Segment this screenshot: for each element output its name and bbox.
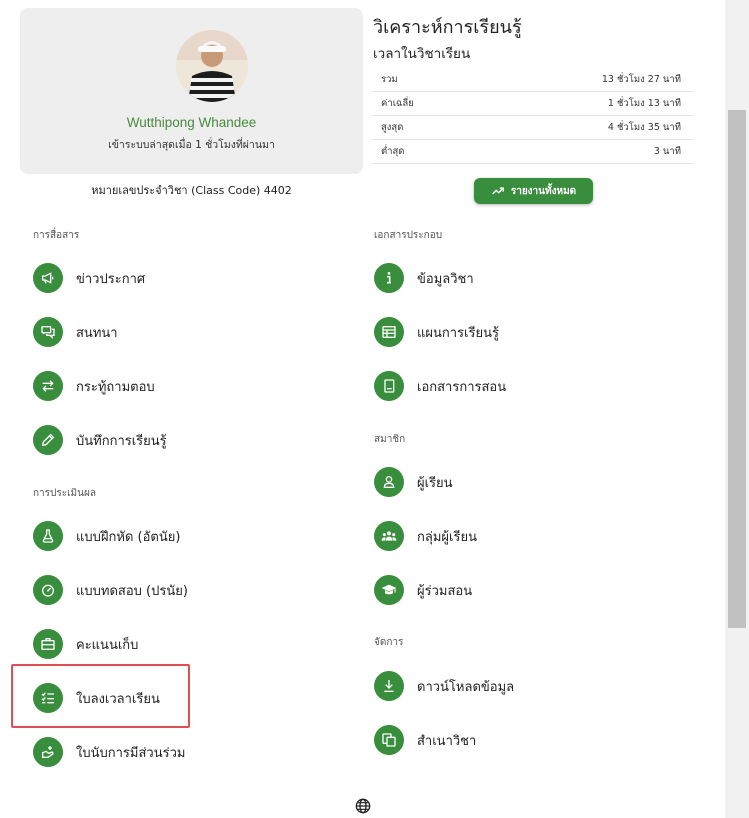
- menu-journal[interactable]: บันทึกการเรียนรู้: [33, 424, 167, 456]
- stat-label: รวม: [373, 68, 479, 92]
- menu-lesson-plan[interactable]: แผนการเรียนรู้: [374, 316, 499, 348]
- menu-copy-course[interactable]: สำเนาวิชา: [374, 724, 476, 756]
- info-icon: [374, 263, 404, 293]
- menu-label: บันทึกการเรียนรู้: [76, 433, 167, 449]
- section-management: จัดการ: [374, 637, 404, 648]
- table-row: ค่าเฉลี่ย 1 ชั่วโมง 13 นาที: [373, 91, 693, 116]
- book-icon: [374, 371, 404, 401]
- section-members: สมาชิก: [374, 434, 406, 445]
- trending-up-icon: [492, 187, 504, 195]
- menu-label: แผนการเรียนรู้: [417, 325, 499, 341]
- copy-icon: [374, 725, 404, 755]
- menu-student-groups[interactable]: กลุ่มผู้เรียน: [374, 520, 477, 552]
- pencil-icon: [33, 425, 63, 455]
- avatar: [176, 30, 248, 102]
- last-login-text: เข้าระบบล่าสุดเมื่อ 1 ชั่วโมงที่ผ่านมา: [108, 139, 275, 151]
- menu-label: ใบนับการมีส่วนร่วม: [76, 745, 186, 761]
- menu-chat[interactable]: สนทนา: [33, 316, 118, 348]
- table-icon: [374, 317, 404, 347]
- menu-course-info[interactable]: ข้อมูลวิชา: [374, 262, 474, 294]
- menu-label: ผู้เรียน: [417, 475, 453, 491]
- menu-label: กระทู้ถามตอบ: [76, 379, 155, 395]
- chat-bubbles-icon: [33, 317, 63, 347]
- menu-label: คะแนนเก็บ: [76, 637, 139, 653]
- megaphone-icon: [33, 263, 63, 293]
- menu-label: ผู้ร่วมสอน: [417, 583, 473, 599]
- menu-label: สนทนา: [76, 325, 118, 341]
- full-report-button[interactable]: รายงานทั้งหมด: [474, 178, 593, 204]
- menu-label: ข่าวประกาศ: [76, 271, 146, 287]
- time-stats-table: รวม 13 ชั่วโมง 27 นาที ค่าเฉลี่ย 1 ชั่วโ…: [373, 68, 693, 164]
- stat-label: ค่าเฉลี่ย: [373, 91, 479, 116]
- speedometer-icon: [33, 575, 63, 605]
- highlight-box: [11, 664, 190, 728]
- menu-exercise[interactable]: แบบฝึกหัด (อัตนัย): [33, 520, 180, 552]
- table-row: รวม 13 ชั่วโมง 27 นาที: [373, 68, 693, 92]
- menu-teaching-docs[interactable]: เอกสารการสอน: [374, 370, 506, 402]
- section-documents: เอกสารประกอบ: [374, 230, 443, 241]
- class-code: หมายเลขประจำวิชา (Class Code) 4402: [91, 184, 292, 197]
- user-name: Wutthipong Whandee: [126, 115, 257, 130]
- full-report-label: รายงานทั้งหมด: [510, 185, 577, 197]
- stat-value: 13 ชั่วโมง 27 นาที: [478, 68, 693, 92]
- briefcase-icon: [33, 629, 63, 659]
- menu-label: แบบฝึกหัด (อัตนัย): [76, 529, 181, 545]
- stat-value: 4 ชั่วโมง 35 นาที: [478, 115, 693, 140]
- menu-label: ดาวน์โหลดข้อมูล: [417, 679, 515, 695]
- stat-label: ต่ำสุด: [373, 139, 479, 164]
- menu-announcements[interactable]: ข่าวประกาศ: [33, 262, 145, 294]
- section-assessment: การประเมินผล: [33, 488, 96, 499]
- menu-label: กลุ่มผู้เรียน: [417, 529, 477, 545]
- section-communication: การสื่อสาร: [33, 230, 80, 241]
- stat-value: 1 ชั่วโมง 13 นาที: [478, 91, 693, 116]
- profile-card: Wutthipong Whandee เข้าระบบล่าสุดเมื่อ 1…: [20, 8, 363, 174]
- analysis-title: วิเคราะห์การเรียนรู้: [373, 17, 522, 38]
- menu-qa[interactable]: กระทู้ถามตอบ: [33, 370, 155, 402]
- menu-label: สำเนาวิชา: [417, 733, 477, 749]
- menu-quiz[interactable]: แบบทดสอบ (ปรนัย): [33, 574, 188, 606]
- menu-label: เอกสารการสอน: [417, 379, 507, 395]
- swap-arrows-icon: [33, 371, 63, 401]
- hand-plus-icon: [33, 737, 63, 767]
- menu-co-teachers[interactable]: ผู้ร่วมสอน: [374, 574, 472, 606]
- graduation-cap-icon: [374, 575, 404, 605]
- menu-participation[interactable]: ใบนับการมีส่วนร่วม: [33, 736, 185, 768]
- download-icon: [374, 671, 404, 701]
- flask-icon: [33, 521, 63, 551]
- stat-label: สูงสุด: [373, 115, 479, 140]
- scrollbar-thumb[interactable]: [728, 110, 746, 628]
- menu-scores[interactable]: คะแนนเก็บ: [33, 628, 138, 660]
- table-row: ต่ำสุด 3 นาที: [373, 139, 693, 164]
- menu-students[interactable]: ผู้เรียน: [374, 466, 453, 498]
- table-row: สูงสุด 4 ชั่วโมง 35 นาที: [373, 115, 693, 140]
- menu-download[interactable]: ดาวน์โหลดข้อมูล: [374, 670, 514, 702]
- person-icon: [374, 467, 404, 497]
- menu-label: ข้อมูลวิชา: [417, 271, 474, 287]
- globe-icon[interactable]: [355, 798, 371, 814]
- group-icon: [374, 521, 404, 551]
- menu-label: แบบทดสอบ (ปรนัย): [76, 583, 188, 599]
- analysis-subtitle: เวลาในวิชาเรียน: [373, 46, 471, 62]
- stat-value: 3 นาที: [478, 139, 693, 164]
